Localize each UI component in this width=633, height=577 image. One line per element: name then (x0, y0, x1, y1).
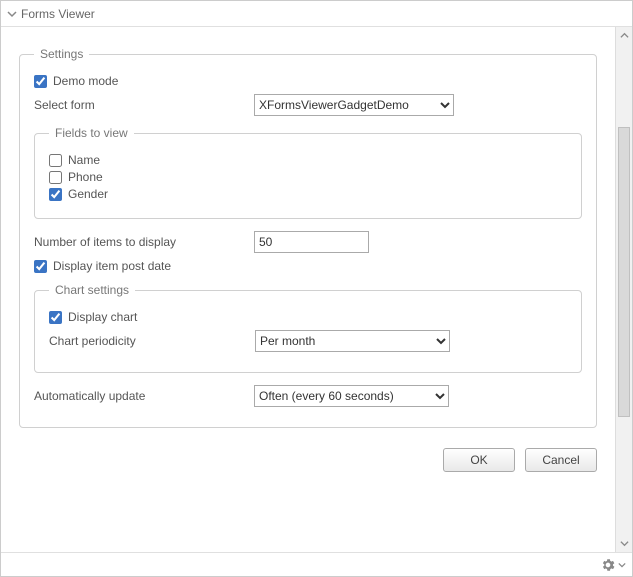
window: Forms Viewer Settings Demo mode Select f… (0, 0, 633, 577)
chart-periodicity-dropdown[interactable]: Per month (255, 330, 450, 352)
scrollbar-thumb[interactable] (618, 127, 630, 417)
scroll-down-arrow-icon[interactable] (616, 535, 632, 552)
cancel-button[interactable]: Cancel (525, 448, 597, 472)
field-checkbox-gender[interactable] (49, 188, 62, 201)
demo-mode-label: Demo mode (53, 74, 118, 88)
field-row-gender: Gender (49, 187, 567, 201)
display-chart-row: Display chart (49, 310, 567, 324)
settings-fieldset: Settings Demo mode Select form XFormsVie… (19, 47, 597, 428)
select-form-row: Select form XFormsViewerGadgetDemo (34, 94, 582, 116)
body: Settings Demo mode Select form XFormsVie… (1, 27, 632, 552)
window-title: Forms Viewer (21, 7, 95, 21)
field-label-name: Name (68, 153, 100, 167)
num-items-row: Number of items to display (34, 231, 582, 253)
titlebar[interactable]: Forms Viewer (1, 1, 632, 27)
num-items-input[interactable] (254, 231, 369, 253)
auto-update-dropdown[interactable]: Often (every 60 seconds) (254, 385, 449, 407)
chevron-down-icon (7, 9, 17, 19)
auto-update-label: Automatically update (34, 389, 254, 403)
settings-legend: Settings (34, 47, 89, 61)
select-form-dropdown[interactable]: XFormsViewerGadgetDemo (254, 94, 454, 116)
select-form-label: Select form (34, 98, 254, 112)
vertical-scrollbar[interactable] (615, 27, 632, 552)
demo-mode-checkbox[interactable] (34, 75, 47, 88)
auto-update-row: Automatically update Often (every 60 sec… (34, 385, 582, 407)
footer (1, 552, 632, 576)
fields-to-view-fieldset: Fields to view Name Phone Gender (34, 126, 582, 219)
content: Settings Demo mode Select form XFormsVie… (1, 27, 615, 552)
display-post-date-label: Display item post date (53, 259, 171, 273)
demo-mode-row: Demo mode (34, 74, 582, 88)
chart-settings-legend: Chart settings (49, 283, 135, 297)
chart-periodicity-label: Chart periodicity (49, 334, 255, 348)
field-checkbox-name[interactable] (49, 154, 62, 167)
chart-periodicity-row: Chart periodicity Per month (49, 330, 567, 352)
gear-icon[interactable] (600, 557, 616, 573)
ok-button[interactable]: OK (443, 448, 515, 472)
display-chart-checkbox[interactable] (49, 311, 62, 324)
field-label-phone: Phone (68, 170, 103, 184)
fields-to-view-legend: Fields to view (49, 126, 134, 140)
field-checkbox-phone[interactable] (49, 171, 62, 184)
display-post-date-checkbox[interactable] (34, 260, 47, 273)
field-row-name: Name (49, 153, 567, 167)
field-row-phone: Phone (49, 170, 567, 184)
chart-settings-fieldset: Chart settings Display chart Chart perio… (34, 283, 582, 373)
display-post-date-row: Display item post date (34, 259, 582, 273)
button-bar: OK Cancel (19, 448, 597, 472)
field-label-gender: Gender (68, 187, 108, 201)
scroll-up-arrow-icon[interactable] (616, 27, 632, 44)
display-chart-label: Display chart (68, 310, 137, 324)
num-items-label: Number of items to display (34, 235, 254, 249)
gear-chevron-icon[interactable] (618, 561, 626, 569)
